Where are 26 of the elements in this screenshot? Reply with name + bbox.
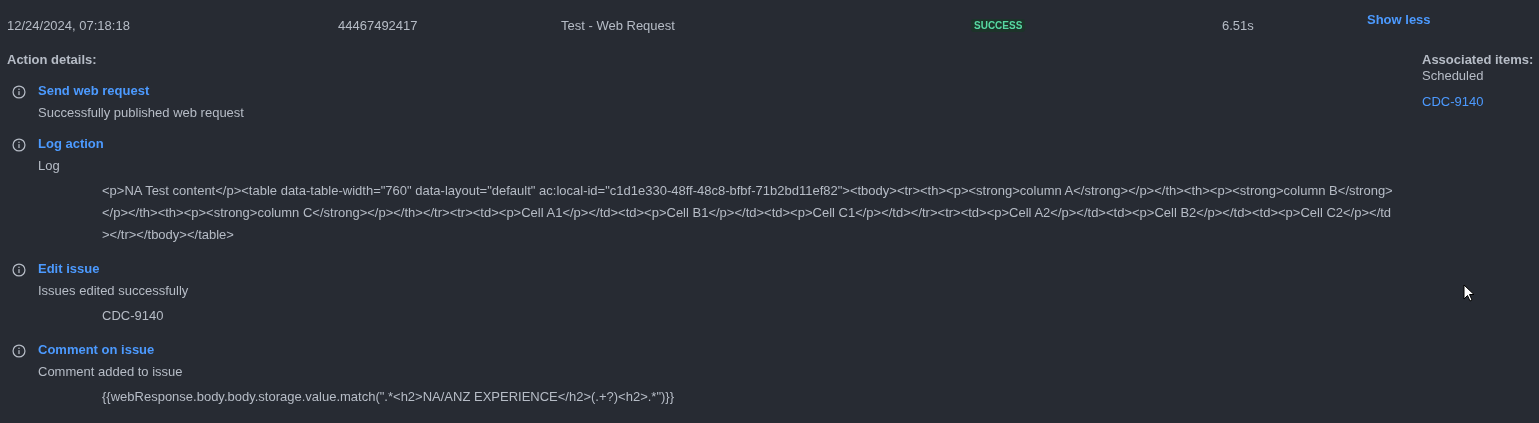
issue-link[interactable]: CDC-9140 xyxy=(1422,94,1484,109)
action-details-heading: Action details: xyxy=(7,52,98,68)
action-title-link[interactable]: Edit issue xyxy=(38,261,100,277)
associated-label: Scheduled xyxy=(1422,68,1485,83)
action-message: Successfully published web request xyxy=(38,105,244,121)
info-icon xyxy=(12,263,26,277)
id-cell-text: 44467492417 xyxy=(338,17,419,33)
show-less-link[interactable]: Show less xyxy=(1367,12,1539,27)
action-detail-text: {{webResponse.body.body.storage.value.match(".*<h2>NA/ANZ EXPERIENCE</h2>(.+?)<h2>.*")}} xyxy=(102,388,676,406)
info-icon xyxy=(12,85,26,99)
date-cell-text: 12/24/2024, 07:18:18 xyxy=(7,17,131,33)
action-message: Log xyxy=(38,158,61,174)
action-message: Comment added to issue xyxy=(38,364,184,380)
action-detail-text: <p>NA Test content</p><table data-table-width="760" data-layout="default" ac:local-id="c1d1e330-48ff-48c8-bfbf-71b2bd11ef82"><tbody><tr><th><p><strong>column A</strong></p></th><th><p><strong>column B</strong></p></th><th><p><strong>column C</strong></p></th></tr><tr><td><p>Cell A1</p></td><td><p>Cell B1</p></td><td><p>Cell C1</p></td></tr><tr><td><p>Cell A2</p></td><td><p>Cell B2</p></td><td><p>Cell C2</p></td></tr></tbody></table> xyxy=(102,182,1394,244)
mouse-pointer-icon xyxy=(1463,284,1475,302)
duration-cell-text: 6.51s xyxy=(1222,17,1255,33)
info-icon xyxy=(12,344,26,358)
rule-name-cell-text: Test - Web Request xyxy=(561,17,676,33)
action-title-link[interactable]: Comment on issue xyxy=(38,342,155,358)
action-title-link[interactable]: Log action xyxy=(38,136,104,152)
action-title-link[interactable]: Send web request xyxy=(38,83,150,99)
action-detail-text: CDC-9140 xyxy=(102,307,165,325)
action-message: Issues edited successfully xyxy=(38,283,190,299)
info-icon xyxy=(12,138,26,152)
status-lozenge: SUCCESS xyxy=(971,18,1026,32)
associated-items-heading: Associated items: xyxy=(1422,52,1534,68)
